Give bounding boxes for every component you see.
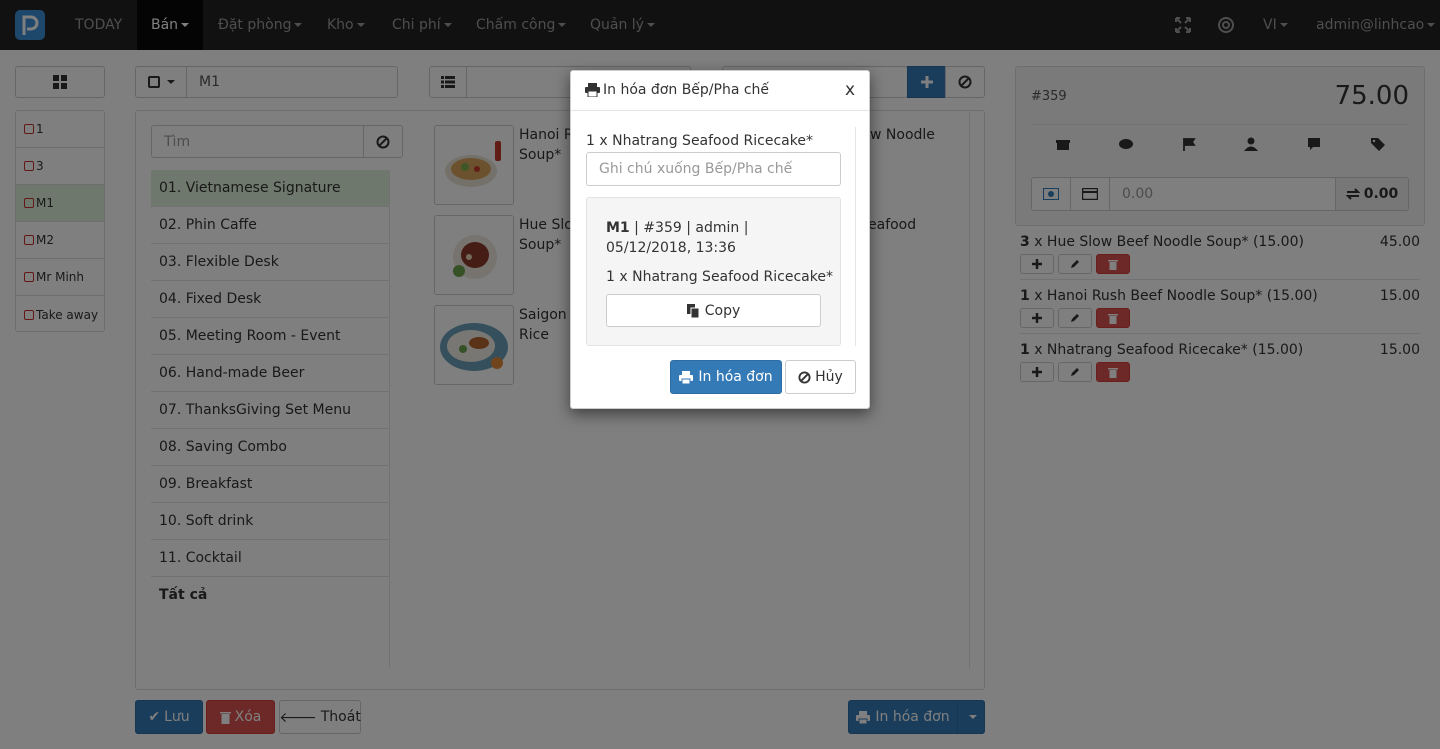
dialog-cancel-button[interactable]: Hủy (785, 360, 856, 394)
preview-table: M1 (606, 220, 630, 236)
close-button[interactable]: x (845, 80, 855, 100)
print-icon (679, 370, 694, 384)
print-preview: M1 | #359 | admin | 05/12/2018, 13:36 1 … (586, 197, 841, 346)
copy-icon (686, 303, 700, 318)
ban-icon (798, 370, 811, 384)
dialog-cancel-label: Hủy (815, 369, 843, 385)
preview-item: 1 x Nhatrang Seafood Ricecake* (606, 269, 833, 285)
dialog-item-label: 1 x Nhatrang Seafood Ricecake* (586, 133, 813, 149)
copy-button[interactable]: Copy (606, 294, 821, 327)
dialog-scrollbar[interactable] (855, 127, 856, 346)
dialog-print-button[interactable]: In hóa đơn (670, 360, 782, 394)
dialog-print-label: In hóa đơn (698, 369, 773, 385)
kitchen-note-input[interactable]: Ghi chú xuống Bếp/Pha chế (586, 152, 841, 186)
dialog-title: In hóa đơn Bếp/Pha chế (603, 82, 770, 98)
kitchen-print-dialog: In hóa đơn Bếp/Pha chế x 1 x Nhatrang Se… (570, 70, 870, 409)
dialog-header: In hóa đơn Bếp/Pha chế x (571, 71, 869, 111)
print-icon (585, 83, 600, 97)
copy-label: Copy (704, 302, 741, 319)
preview-header: M1 | #359 | admin | 05/12/2018, 13:36 (606, 218, 826, 258)
